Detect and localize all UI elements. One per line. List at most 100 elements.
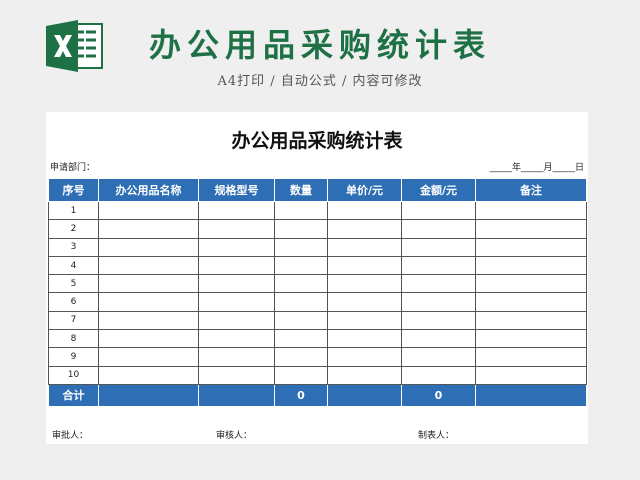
table-cell: [198, 292, 275, 312]
reviewer-label: 审核人：: [216, 431, 253, 441]
banner: 办公用品采购统计表 A4打印 / 自动公式 / 内容可修改: [0, 0, 640, 112]
table-cell: [198, 310, 275, 331]
total-quantity: 0: [274, 383, 328, 407]
table-cell: [198, 329, 275, 349]
column-header: 规格型号: [198, 178, 275, 202]
table-cell: [274, 274, 328, 294]
table-cell: [475, 274, 587, 294]
page-subtitle: A4打印 / 自动公式 / 内容可修改: [217, 74, 423, 89]
total-amount: 0: [401, 383, 476, 407]
approver-label: 审批人：: [52, 431, 89, 441]
table-cell: [475, 383, 587, 407]
table-cell: [198, 255, 275, 276]
table-cell: [98, 274, 199, 294]
excel-icon: [46, 20, 103, 72]
sheet-title: 办公用品采购统计表: [231, 130, 403, 152]
table-cell: [475, 292, 587, 312]
table-cell: [98, 329, 199, 349]
table-row: 7: [48, 310, 587, 331]
row-number: 4: [48, 255, 99, 276]
row-number: 1: [48, 200, 99, 221]
table-cell: [98, 292, 199, 312]
table-cell: [401, 200, 476, 221]
column-header: 备注: [475, 178, 587, 202]
table-cell: [98, 219, 199, 239]
table-cell: [327, 383, 402, 407]
table-cell: [98, 347, 199, 367]
table-cell: [274, 255, 328, 276]
table-cell: [98, 310, 199, 331]
table-cell: [98, 365, 199, 385]
table-cell: [401, 365, 476, 385]
table-cell: [274, 365, 328, 385]
table-cell: [327, 274, 402, 294]
table-cell: [327, 219, 402, 239]
table-cell: [327, 237, 402, 257]
table-cell: [475, 365, 587, 385]
table-cell: [475, 255, 587, 276]
table-cell: [274, 292, 328, 312]
table-cell: [327, 310, 402, 331]
table-cell: [198, 383, 275, 407]
table-cell: [475, 329, 587, 349]
table-cell: [327, 255, 402, 276]
spreadsheet-preview: 办公用品采购统计表 申请部门： _____年_____月_____日 序号 办公…: [46, 112, 588, 444]
table-cell: [198, 365, 275, 385]
table-cell: [198, 274, 275, 294]
table-row: 2: [48, 219, 587, 239]
table-cell: [274, 347, 328, 367]
table-cell: [198, 347, 275, 367]
table-cell: [327, 347, 402, 367]
column-header: 序号: [48, 178, 99, 202]
table-cell: [401, 329, 476, 349]
header-row: 序号 办公用品名称 规格型号 数量 单价/元 金额/元 备注: [48, 178, 587, 202]
column-header: 金额/元: [401, 178, 476, 202]
row-number: 5: [48, 274, 99, 294]
table-cell: [198, 219, 275, 239]
table-row: 5: [48, 274, 587, 294]
preparer-label: 制表人：: [418, 431, 455, 441]
row-number: 10: [48, 365, 99, 385]
row-number: 7: [48, 310, 99, 331]
column-header: 单价/元: [327, 178, 402, 202]
table-cell: [274, 329, 328, 349]
table-row: 8: [48, 329, 587, 349]
table-cell: [274, 237, 328, 257]
table-row: 1: [48, 200, 587, 221]
table-cell: [198, 200, 275, 221]
table-cell: [274, 200, 328, 221]
table-cell: [475, 219, 587, 239]
column-header: 办公用品名称: [98, 178, 199, 202]
table-cell: [327, 365, 402, 385]
table-cell: [475, 237, 587, 257]
column-header: 数量: [274, 178, 328, 202]
table-cell: [475, 200, 587, 221]
table-cell: [401, 255, 476, 276]
page-title: 办公用品采购统计表: [148, 26, 491, 64]
dept-label: 申请部门：: [50, 163, 96, 173]
row-number: 2: [48, 219, 99, 239]
total-label: 合计: [48, 383, 99, 407]
table-row: 6: [48, 292, 587, 312]
table-cell: [98, 200, 199, 221]
table-cell: [98, 237, 199, 257]
table-cell: [98, 383, 199, 407]
table-cell: [475, 310, 587, 331]
table-row: 10: [48, 365, 587, 385]
table-cell: [401, 310, 476, 331]
table-row: 3: [48, 237, 587, 257]
row-number: 9: [48, 347, 99, 367]
table-cell: [327, 200, 402, 221]
table-cell: [274, 219, 328, 239]
table-cell: [274, 310, 328, 331]
table-cell: [401, 292, 476, 312]
table-cell: [475, 347, 587, 367]
table-cell: [401, 274, 476, 294]
date-label: _____年_____月_____日: [489, 163, 584, 173]
purchase-table: 序号 办公用品名称 规格型号 数量 单价/元 金额/元 备注 1 2 3 4 5…: [48, 178, 587, 407]
table-cell: [198, 237, 275, 257]
table-cell: [327, 292, 402, 312]
table-row: 9: [48, 347, 587, 367]
row-number: 8: [48, 329, 99, 349]
table-cell: [98, 255, 199, 276]
